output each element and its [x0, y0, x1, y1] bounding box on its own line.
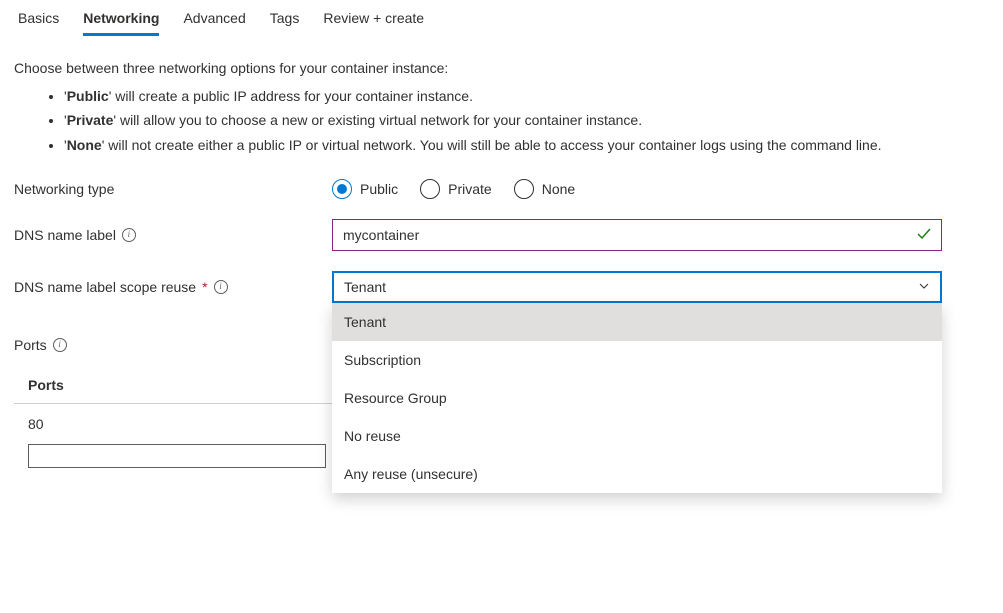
scope-option-subscription[interactable]: Subscription [332, 341, 942, 379]
networking-type-label: Networking type [14, 181, 114, 197]
radio-public-control [332, 179, 352, 199]
radio-public-label: Public [360, 181, 398, 197]
networking-options-list: 'Public' will create a public IP address… [64, 86, 989, 155]
dns-name-input[interactable] [332, 219, 942, 251]
radio-private-control [420, 179, 440, 199]
intro-text: Choose between three networking options … [14, 60, 989, 76]
radio-private-label: Private [448, 181, 492, 197]
radio-private[interactable]: Private [420, 179, 492, 199]
tab-tags[interactable]: Tags [270, 4, 300, 36]
scope-reuse-dropdown: Tenant Subscription Resource Group No re… [332, 303, 942, 493]
option-public-desc: 'Public' will create a public IP address… [64, 86, 989, 106]
radio-none-label: None [542, 181, 575, 197]
required-indicator: * [202, 279, 207, 295]
radio-none-control [514, 179, 534, 199]
info-icon[interactable]: i [122, 228, 136, 242]
wizard-tabs: Basics Networking Advanced Tags Review +… [14, 4, 989, 36]
option-none-desc: 'None' will not create either a public I… [64, 135, 989, 155]
scope-reuse-label: DNS name label scope reuse [14, 279, 196, 295]
info-icon[interactable]: i [53, 338, 67, 352]
dns-name-label: DNS name label [14, 227, 116, 243]
info-icon[interactable]: i [214, 280, 228, 294]
radio-public[interactable]: Public [332, 179, 398, 199]
scope-reuse-selected-value: Tenant [344, 279, 386, 295]
scope-option-any-reuse[interactable]: Any reuse (unsecure) [332, 455, 942, 493]
networking-type-radio-group: Public Private None [332, 179, 575, 199]
scope-reuse-select[interactable]: Tenant [332, 271, 942, 303]
ports-label: Ports [14, 337, 47, 353]
option-private-desc: 'Private' will allow you to choose a new… [64, 110, 989, 130]
scope-option-no-reuse[interactable]: No reuse [332, 417, 942, 455]
tab-basics[interactable]: Basics [18, 4, 59, 36]
radio-none[interactable]: None [514, 179, 575, 199]
ports-new-input[interactable] [28, 444, 326, 468]
scope-option-tenant[interactable]: Tenant [332, 303, 942, 341]
tab-networking[interactable]: Networking [83, 4, 159, 36]
tab-advanced[interactable]: Advanced [183, 4, 245, 36]
scope-option-resource-group[interactable]: Resource Group [332, 379, 942, 417]
tab-review-create[interactable]: Review + create [323, 4, 424, 36]
